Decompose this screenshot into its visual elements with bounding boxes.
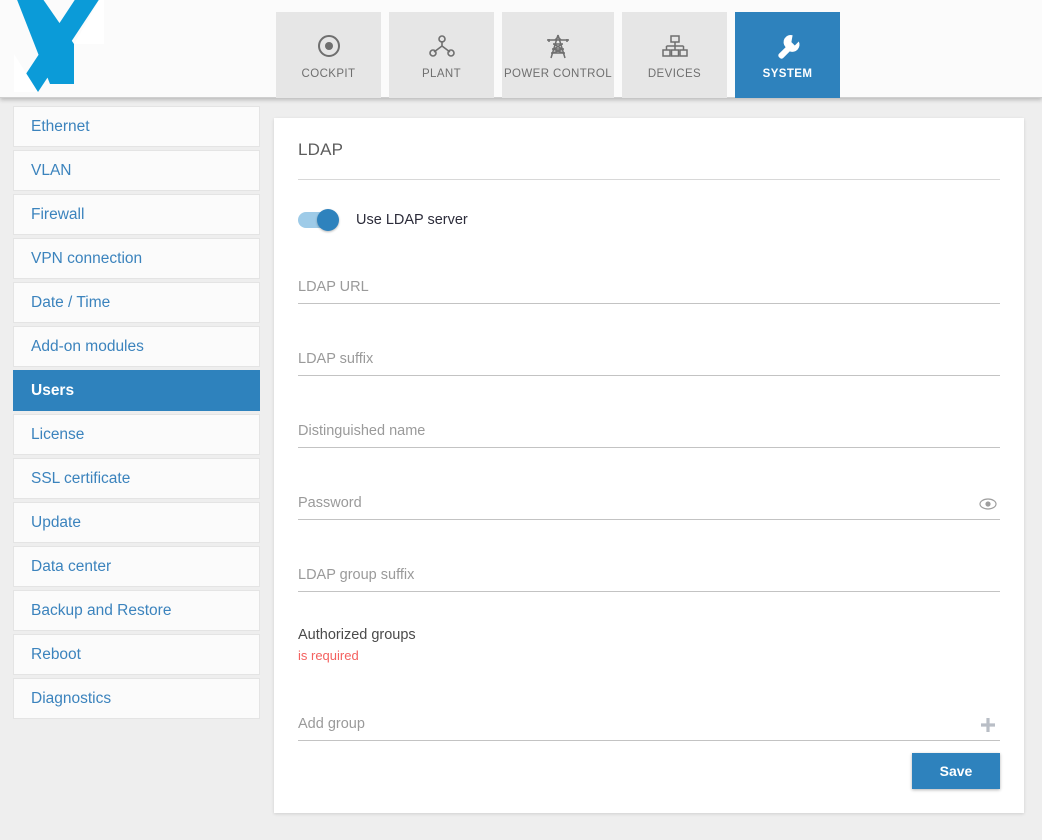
tab-label: SYSTEM	[762, 68, 813, 81]
use-ldap-server-label: Use LDAP server	[356, 212, 468, 228]
tab-power-control[interactable]: POWER CONTROL	[502, 12, 614, 98]
password-input[interactable]	[298, 484, 1000, 519]
application-window: COCKPIT PLANT POWER CONTROL DEVICES SYST…	[0, 0, 1042, 840]
add-group-input[interactable]	[298, 705, 1000, 740]
sidebar-item-label: Backup and Restore	[31, 601, 172, 619]
sidebar-item-label: Diagnostics	[31, 689, 112, 707]
sidebar-item-label: Ethernet	[31, 117, 90, 135]
target-icon	[316, 29, 342, 63]
eye-icon[interactable]	[978, 494, 998, 514]
sidebar-item-label: Add-on modules	[31, 337, 144, 355]
sidebar-item-label: Date / Time	[31, 293, 111, 311]
password-field: Password	[298, 484, 1000, 520]
toggle-knob	[317, 209, 339, 231]
sidebar-item-license[interactable]: License	[13, 414, 260, 455]
distinguished-name-field: Distinguished name	[298, 412, 1000, 448]
tab-devices[interactable]: DEVICES	[622, 12, 727, 98]
ldap-group-suffix-input[interactable]	[298, 556, 1000, 591]
divider	[298, 179, 1000, 180]
sidebar-item-backup-and-restore[interactable]: Backup and Restore	[13, 590, 260, 631]
top-header-bar: COCKPIT PLANT POWER CONTROL DEVICES SYST…	[0, 0, 1042, 98]
devices-tree-icon	[661, 29, 689, 63]
ldap-group-suffix-field: LDAP group suffix	[298, 556, 1000, 592]
use-ldap-server-toggle[interactable]	[298, 209, 339, 231]
sidebar-item-label: SSL certificate	[31, 469, 131, 487]
wrench-icon	[774, 29, 802, 63]
sidebar-item-label: Reboot	[31, 645, 81, 663]
sidebar-item-label: Users	[31, 381, 75, 399]
ldap-settings-card: LDAP Use LDAP server LDAP URL LDAP suffi…	[274, 118, 1024, 813]
card-footer-actions: Save	[912, 753, 1000, 789]
plus-icon[interactable]	[978, 715, 998, 735]
ldap-url-input[interactable]	[298, 268, 1000, 303]
authorized-groups-block: Authorized groups is required	[298, 626, 1000, 665]
sidebar-item-label: Firewall	[31, 205, 85, 223]
tab-label: DEVICES	[647, 68, 702, 81]
sidebar-item-add-on-modules[interactable]: Add-on modules	[13, 326, 260, 367]
sidebar-item-data-center[interactable]: Data center	[13, 546, 260, 587]
sidebar-item-vpn-connection[interactable]: VPN connection	[13, 238, 260, 279]
ldap-suffix-input[interactable]	[298, 340, 1000, 375]
plant-nodes-icon	[428, 29, 456, 63]
tab-plant[interactable]: PLANT	[389, 12, 494, 98]
sidebar-item-ssl-certificate[interactable]: SSL certificate	[13, 458, 260, 499]
use-ldap-server-row: Use LDAP server	[298, 208, 1000, 232]
main-nav-tabs: COCKPIT PLANT POWER CONTROL DEVICES SYST…	[276, 12, 840, 98]
x-logo-icon	[8, 0, 112, 92]
ldap-form: Use LDAP server LDAP URL LDAP suffix Dis…	[274, 208, 1024, 741]
ldap-url-field: LDAP URL	[298, 268, 1000, 304]
ldap-suffix-field: LDAP suffix	[298, 340, 1000, 376]
sidebar-item-update[interactable]: Update	[13, 502, 260, 543]
sidebar-item-vlan[interactable]: VLAN	[13, 150, 260, 191]
sidebar-item-label: License	[31, 425, 85, 443]
sidebar-item-label: Update	[31, 513, 81, 531]
power-pylon-icon	[544, 29, 572, 63]
tab-cockpit[interactable]: COCKPIT	[276, 12, 381, 98]
authorized-groups-label: Authorized groups	[298, 627, 416, 643]
tab-label: PLANT	[421, 68, 462, 81]
distinguished-name-input[interactable]	[298, 412, 1000, 447]
page-title: LDAP	[298, 140, 344, 159]
sidebar-item-diagnostics[interactable]: Diagnostics	[13, 678, 260, 719]
authorized-groups-error: is required	[298, 648, 359, 663]
sidebar-item-label: Data center	[31, 557, 112, 575]
settings-sidebar: Ethernet VLAN Firewall VPN connection Da…	[13, 106, 260, 722]
sidebar-item-label: VLAN	[31, 161, 72, 179]
sidebar-item-label: VPN connection	[31, 249, 143, 267]
save-button[interactable]: Save	[912, 753, 1000, 789]
tab-system[interactable]: SYSTEM	[735, 12, 840, 98]
tab-label: POWER CONTROL	[503, 68, 613, 81]
sidebar-item-firewall[interactable]: Firewall	[13, 194, 260, 235]
sidebar-item-reboot[interactable]: Reboot	[13, 634, 260, 675]
sidebar-item-date-time[interactable]: Date / Time	[13, 282, 260, 323]
sidebar-item-users[interactable]: Users	[13, 370, 260, 411]
sidebar-item-ethernet[interactable]: Ethernet	[13, 106, 260, 147]
add-group-field: Add group	[298, 705, 1000, 741]
tab-label: COCKPIT	[301, 68, 356, 81]
